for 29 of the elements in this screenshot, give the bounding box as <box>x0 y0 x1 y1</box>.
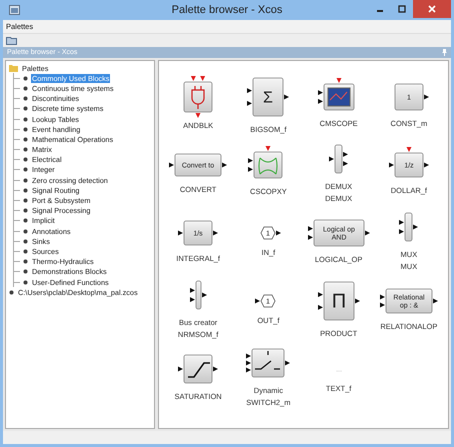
bullet-icon <box>23 96 28 102</box>
bullet-icon <box>23 167 28 172</box>
bullet-icon <box>23 188 28 193</box>
bullet-icon <box>23 86 28 91</box>
close-icon <box>428 5 436 13</box>
bullet-icon <box>23 259 28 264</box>
open-folder-button[interactable] <box>3 36 20 45</box>
bullet-icon <box>23 157 28 162</box>
app-icon <box>9 5 20 15</box>
bullet-icon <box>23 238 28 244</box>
bullet-icon <box>23 178 28 183</box>
close-button[interactable] <box>413 0 451 18</box>
bullet-icon <box>23 228 28 234</box>
bullet-icon <box>23 116 28 122</box>
maximize-icon <box>398 5 406 13</box>
bullet-icon <box>23 269 28 274</box>
window-title: Palette browser - Xcos <box>172 4 282 16</box>
bullet-icon <box>23 198 28 204</box>
bullet-icon <box>23 147 28 152</box>
bullet-icon <box>23 106 28 112</box>
folder-icon <box>9 64 18 72</box>
bullet-icon <box>23 76 28 81</box>
bullet-icon <box>9 290 14 295</box>
bullet-icon <box>23 218 28 224</box>
bullet-icon <box>23 280 28 285</box>
bullet-icon <box>23 208 28 214</box>
bullet-icon <box>23 126 28 132</box>
bullet-icon <box>23 136 28 142</box>
bullet-icon <box>23 248 28 254</box>
